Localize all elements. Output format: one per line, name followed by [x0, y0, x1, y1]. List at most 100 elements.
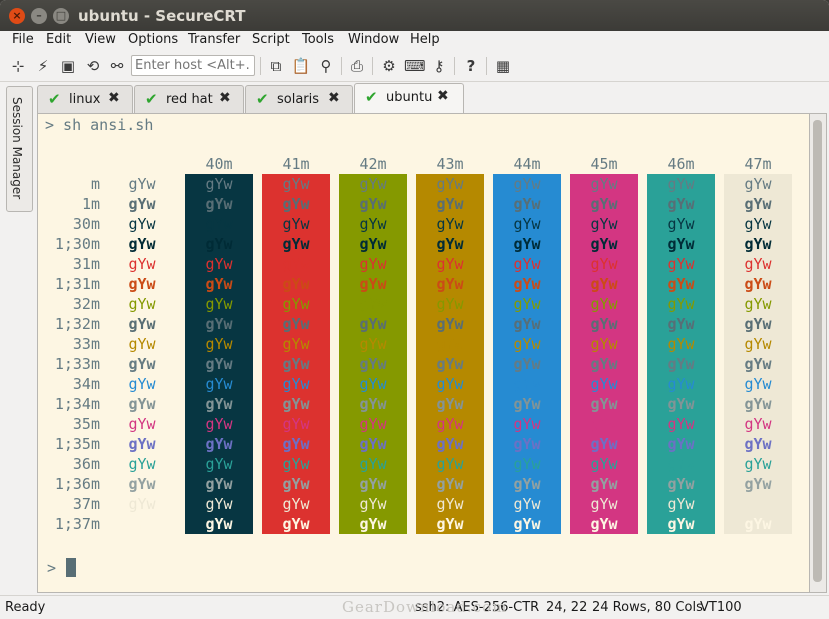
- sample-cell: gYw: [513, 215, 541, 233]
- sample-cell: gYw: [128, 175, 156, 193]
- bg-header-43m: 43m: [436, 155, 464, 173]
- sample-cell: gYw: [282, 395, 310, 413]
- menu-edit[interactable]: Edit: [46, 32, 71, 47]
- watermark: GearDownload.com: [342, 598, 508, 616]
- menu-help[interactable]: Help: [410, 32, 440, 47]
- fg-row-label: 33m: [72, 335, 100, 353]
- sample-cell: gYw: [590, 395, 618, 413]
- sample-cell: gYw: [128, 475, 156, 493]
- sample-cell: gYw: [436, 475, 464, 493]
- reconnect-icon[interactable]: ⟲: [83, 56, 103, 76]
- toolbar-separator: [341, 57, 342, 75]
- sample-cell: gYw: [590, 495, 618, 513]
- print-icon[interactable]: ⎙: [347, 56, 367, 76]
- terminal-icon[interactable]: ▣: [58, 56, 78, 76]
- sftp-icon[interactable]: ⚷: [429, 56, 449, 76]
- status-state: Ready: [5, 600, 46, 615]
- sample-cell: gYw: [205, 175, 233, 193]
- sample-cell: gYw: [359, 455, 387, 473]
- sample-cell: gYw: [282, 195, 310, 213]
- sample-cell: gYw: [667, 235, 695, 253]
- screenshot-icon[interactable]: ▦: [493, 56, 513, 76]
- sample-cell: gYw: [205, 375, 233, 393]
- minimize-window-button[interactable]: –: [31, 8, 47, 24]
- menu-transfer[interactable]: Transfer: [188, 32, 240, 47]
- sample-cell: gYw: [667, 435, 695, 453]
- sample-cell: gYw: [205, 295, 233, 313]
- paste-icon[interactable]: 📋: [291, 56, 311, 76]
- fg-row-label: 1;31m: [54, 275, 100, 293]
- connect-icon[interactable]: ⊹: [8, 56, 28, 76]
- sample-cell: gYw: [590, 275, 618, 293]
- close-tab-icon[interactable]: ✖: [219, 90, 231, 106]
- sample-cell: gYw: [744, 195, 772, 213]
- sample-cell: gYw: [282, 295, 310, 313]
- sample-cell: gYw: [282, 315, 310, 333]
- copy-icon[interactable]: ⧉: [266, 56, 286, 76]
- terminal-cursor: [66, 558, 76, 577]
- lightning-icon[interactable]: ⚡: [33, 56, 53, 76]
- host-input[interactable]: [131, 55, 255, 76]
- close-tab-icon[interactable]: ✖: [437, 88, 449, 104]
- sample-cell: gYw: [513, 475, 541, 493]
- help-icon[interactable]: ?: [461, 56, 481, 76]
- sample-cell: gYw: [128, 195, 156, 213]
- tab-linux[interactable]: ✔ linux ✖: [37, 85, 133, 113]
- connected-check-icon: ✔: [256, 90, 269, 108]
- menu-options[interactable]: Options: [128, 32, 178, 47]
- sample-cell: gYw: [359, 415, 387, 433]
- close-tab-icon[interactable]: ✖: [328, 90, 340, 106]
- menu-view[interactable]: View: [85, 32, 116, 47]
- scrollbar-thumb[interactable]: [813, 120, 822, 582]
- sample-cell: gYw: [128, 415, 156, 433]
- keymap-icon[interactable]: ⌨: [404, 56, 426, 76]
- disconnect-icon[interactable]: ⚯: [107, 56, 127, 76]
- menu-tools[interactable]: Tools: [302, 32, 334, 47]
- tab-ubuntu[interactable]: ✔ ubuntu ✖: [354, 83, 464, 114]
- sample-cell: gYw: [436, 435, 464, 453]
- find-icon[interactable]: ⚲: [316, 56, 336, 76]
- sample-cell: gYw: [205, 275, 233, 293]
- status-emulation: VT100: [700, 600, 742, 615]
- sample-cell: gYw: [359, 475, 387, 493]
- sample-cell: gYw: [513, 295, 541, 313]
- sample-cell: gYw: [513, 275, 541, 293]
- sample-cell: gYw: [282, 335, 310, 353]
- menu-file[interactable]: File: [12, 32, 34, 47]
- sample-cell: gYw: [436, 375, 464, 393]
- sample-cell: gYw: [205, 415, 233, 433]
- sample-cell: gYw: [744, 255, 772, 273]
- fg-row-label: 36m: [72, 455, 100, 473]
- sample-cell: gYw: [205, 235, 233, 253]
- sample-cell: gYw: [128, 435, 156, 453]
- menu-script[interactable]: Script: [252, 32, 290, 47]
- bg-header-46m: 46m: [667, 155, 695, 173]
- tab-solaris[interactable]: ✔ solaris ✖: [245, 85, 353, 113]
- fg-row-label: m: [90, 175, 100, 193]
- session-manager-tab[interactable]: Session Manager: [6, 86, 33, 212]
- status-cursor-position: 24, 22: [546, 600, 588, 615]
- fg-row-label: 1;36m: [54, 475, 100, 493]
- sample-cell: gYw: [359, 515, 387, 533]
- maximize-window-button[interactable]: □: [53, 8, 69, 24]
- sample-cell: gYw: [128, 355, 156, 373]
- sample-cell: gYw: [744, 235, 772, 253]
- sample-cell: gYw: [667, 175, 695, 193]
- sample-cell: gYw: [436, 255, 464, 273]
- terminal-screen[interactable]: > sh ansi.sh 40m 41m 42m 43m 44m 45m 46m 47m m gY…: [37, 113, 810, 593]
- sample-cell: gYw: [590, 415, 618, 433]
- sample-cell: gYw: [667, 515, 695, 533]
- terminal-scrollbar[interactable]: [810, 113, 827, 593]
- fg-row-label: 1;35m: [54, 435, 100, 453]
- settings-icon[interactable]: ⚙: [379, 56, 399, 76]
- tab-red-hat[interactable]: ✔ red hat ✖: [134, 85, 244, 113]
- sample-cell: gYw: [513, 335, 541, 353]
- menu-window[interactable]: Window: [348, 32, 399, 47]
- sample-cell: gYw: [744, 295, 772, 313]
- sample-cell: gYw: [744, 275, 772, 293]
- close-window-button[interactable]: ×: [9, 8, 25, 24]
- close-tab-icon[interactable]: ✖: [108, 90, 120, 106]
- sample-cell: gYw: [513, 355, 541, 373]
- sample-cell: gYw: [513, 455, 541, 473]
- sample-cell: gYw: [513, 495, 541, 513]
